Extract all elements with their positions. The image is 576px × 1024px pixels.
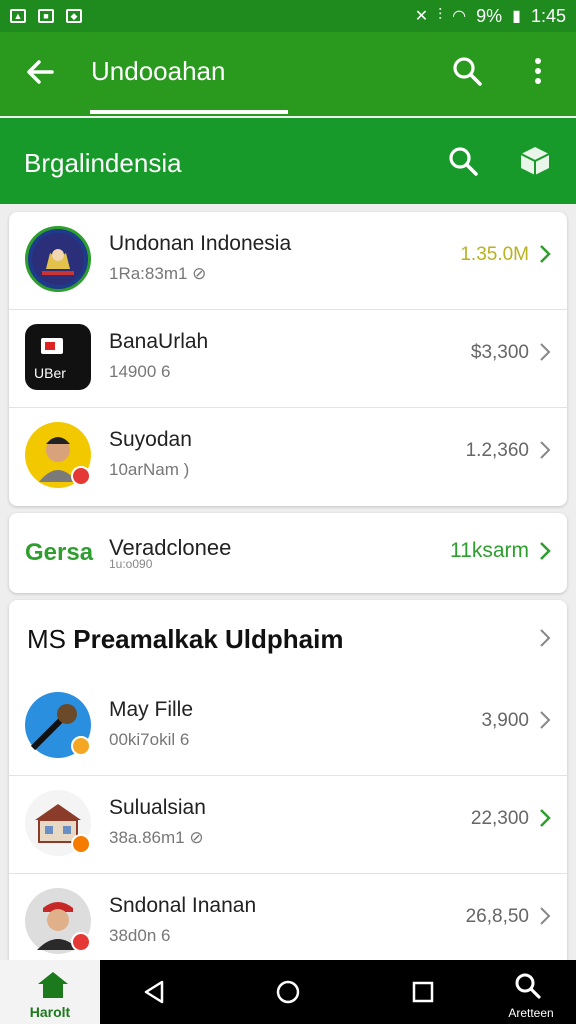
battery-percent: 9% <box>476 5 503 26</box>
section-card: MS Preamalkak Uldphaim May Fille 00ki7ok… <box>9 600 567 970</box>
uber-logo-text: UBer <box>34 365 66 381</box>
package-icon[interactable] <box>518 144 552 178</box>
active-tab-indicator <box>90 110 288 114</box>
list-item[interactable]: UBer BanaUrlah 14900 6 $3,300 <box>9 310 567 408</box>
item-value: 3,900 <box>481 710 529 731</box>
chevron-right-icon <box>537 340 553 364</box>
home-tab-label: Harolt <box>29 1004 71 1020</box>
item-subtitle: 38a.86m1 ⊘ <box>109 828 204 847</box>
chevron-right-icon <box>537 438 553 462</box>
item-value: 22,300 <box>470 808 529 829</box>
red-badge-icon <box>71 932 91 952</box>
recents-square-icon[interactable] <box>407 976 439 1008</box>
list-item[interactable]: Sndonal Inanan 38d0n 6 26,8,50 <box>9 874 567 970</box>
home-icon <box>36 970 70 1000</box>
list-item[interactable]: May Fille 00ki7okil 6 3,900 <box>9 678 567 776</box>
item-value: 1.35.0M <box>460 244 529 265</box>
home-tab[interactable]: Harolt <box>0 960 100 1024</box>
chevron-right-icon <box>537 708 553 732</box>
home-circle-icon[interactable] <box>272 976 304 1008</box>
list-item[interactable]: Suyodan 10arNam ) 1.2,360 <box>9 408 567 506</box>
item-subtitle: 38d0n 6 <box>109 926 171 945</box>
app-bar: Undooahan <box>0 32 576 116</box>
vibrate-icon: ✕ <box>414 8 429 25</box>
uber-logo: UBer <box>25 324 91 390</box>
notification-icons: ▲ ■ ◆ <box>10 9 82 23</box>
orange-badge-icon <box>71 736 91 756</box>
section-title: MS Preamalkak Uldphaim <box>27 624 343 655</box>
item-subtitle: 00ki7okil 6 <box>109 730 190 749</box>
item-subtitle: 1Ra:83m1 ⊘ <box>109 264 207 283</box>
emblem-avatar <box>25 226 91 292</box>
list-item[interactable]: Undonan Indonesia 1Ra:83m1 ⊘ 1.35.0M <box>9 212 567 310</box>
wifi-icon: ◠ <box>452 8 467 25</box>
orange-badge-icon <box>71 834 91 854</box>
status-bar: ▲ ■ ◆ ✕ ⫶ ◠ 9% ▮ 1:45 <box>0 0 576 32</box>
system-icons: ✕ ⫶ ◠ 9% ▮ 1:45 <box>415 6 566 27</box>
item-title: Undonan Indonesia <box>109 232 292 255</box>
promo-value: 11ksarm <box>450 539 529 562</box>
search-icon[interactable] <box>450 54 484 88</box>
item-title: Sulualsian <box>109 796 206 819</box>
search-icon <box>515 973 541 999</box>
back-triangle-icon[interactable] <box>138 976 170 1008</box>
section-header[interactable]: MS Preamalkak Uldphaim <box>9 600 567 678</box>
app-bar-title: Undooahan <box>91 56 226 86</box>
image-notification-icon: ▲ <box>10 9 26 23</box>
clock: 1:45 <box>530 5 566 26</box>
item-value: 26,8,50 <box>465 906 529 927</box>
signal-icon: ⫶ <box>438 7 443 24</box>
promo-brand: Gersa <box>25 539 94 566</box>
item-value: 1.2,360 <box>465 440 529 461</box>
more-options-icon[interactable] <box>527 54 549 88</box>
top-list-card: Undonan Indonesia 1Ra:83m1 ⊘ 1.35.0M UBe… <box>9 212 567 506</box>
promo-subtitle: 1u:o090 <box>109 557 153 571</box>
app-notification-icon: ◆ <box>66 9 82 23</box>
red-badge-icon <box>71 466 91 486</box>
back-arrow-icon[interactable] <box>22 54 58 90</box>
search-icon[interactable] <box>446 144 480 178</box>
section-prefix: MS <box>27 624 66 654</box>
search-tab-label: Aretteen <box>508 1006 554 1020</box>
bottom-navigation: Harolt Aretteen <box>0 960 576 1024</box>
battery-icon: ▮ <box>512 8 521 25</box>
chevron-right-icon <box>537 904 553 928</box>
chevron-right-icon <box>537 806 553 830</box>
item-subtitle: 10arNam ) <box>109 460 190 479</box>
section-title-text: Preamalkak Uldphaim <box>73 624 344 654</box>
item-value: $3,300 <box>470 342 529 363</box>
item-title: BanaUrlah <box>109 330 209 353</box>
photo-notification-icon: ■ <box>38 9 54 23</box>
chevron-right-icon <box>537 242 553 266</box>
chevron-right-icon <box>537 539 553 563</box>
sub-header: Brgalindensia <box>0 118 576 204</box>
sub-header-title: Brgalindensia <box>24 148 182 178</box>
item-title: May Fille <box>109 698 194 721</box>
promo-card[interactable]: Gersa Veradclonee 1u:o090 11ksarm <box>9 513 567 593</box>
chevron-right-icon <box>537 626 553 650</box>
item-title: Suyodan <box>109 428 192 451</box>
item-subtitle: 14900 6 <box>109 362 171 381</box>
search-tab[interactable]: Aretteen <box>486 960 576 1024</box>
list-item[interactable]: Sulualsian 38a.86m1 ⊘ 22,300 <box>9 776 567 874</box>
item-title: Sndonal Inanan <box>109 894 257 917</box>
